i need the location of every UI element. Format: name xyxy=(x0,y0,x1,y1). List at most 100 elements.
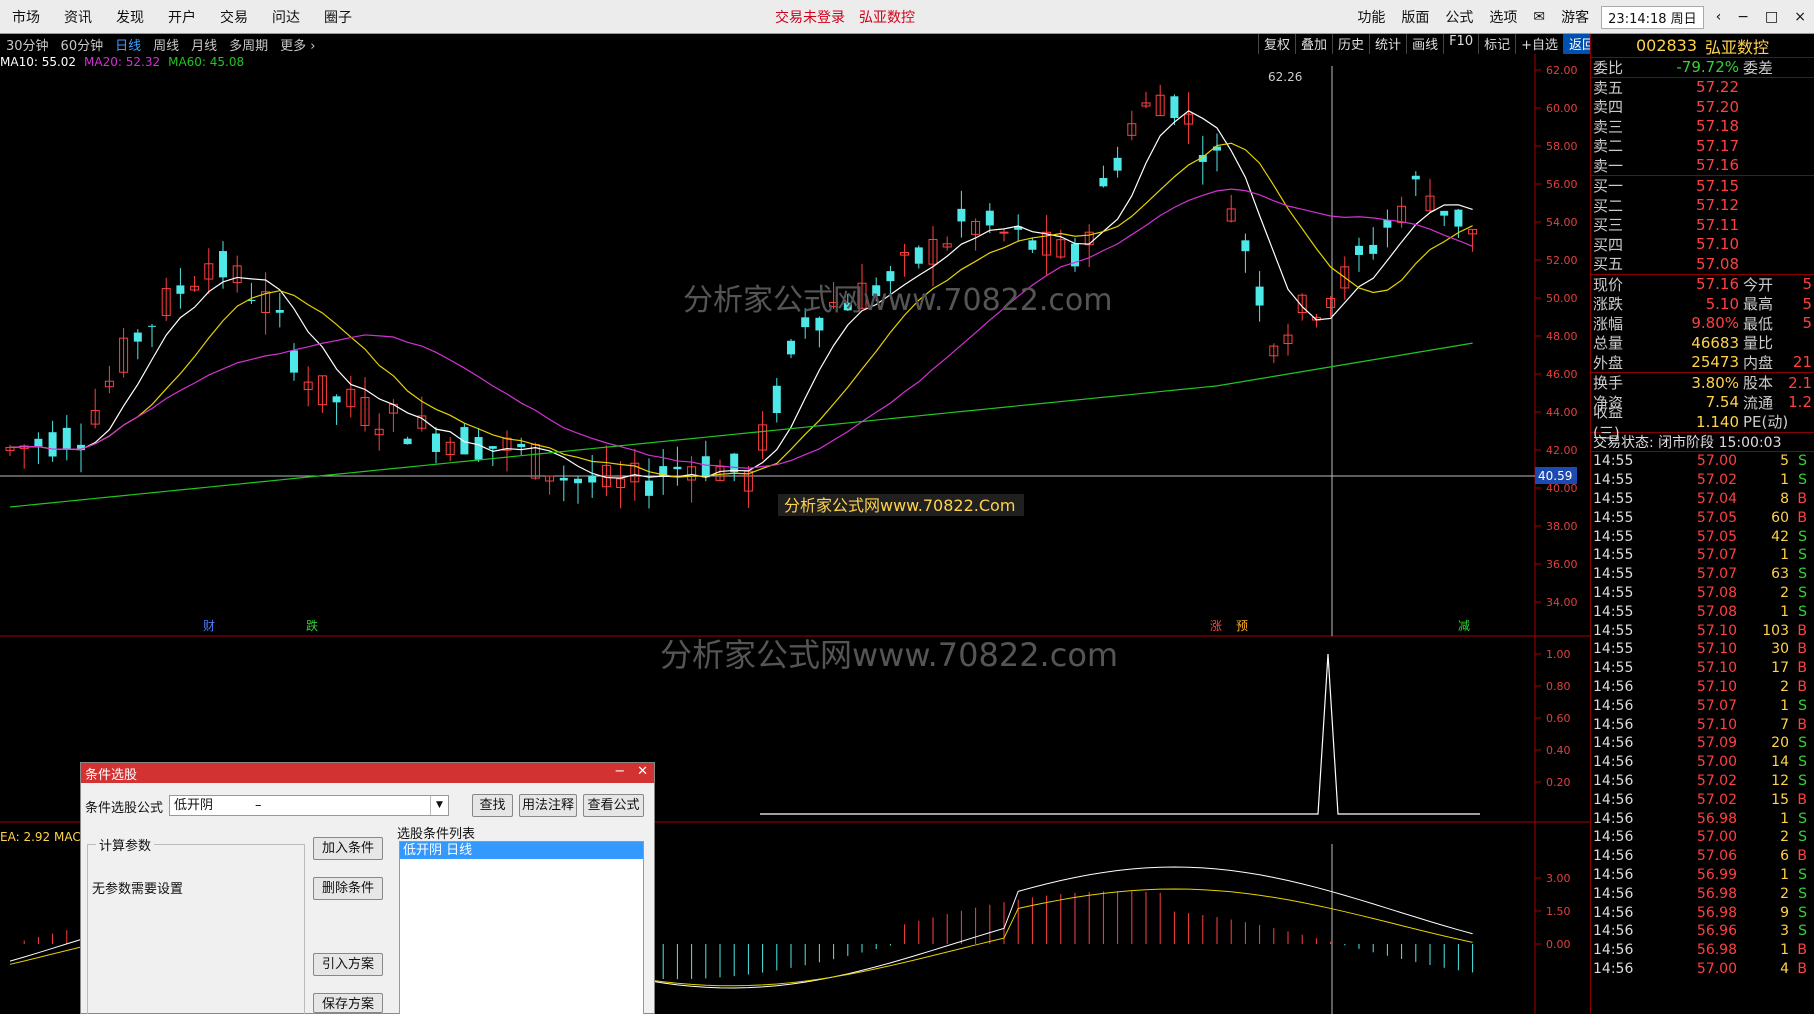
menu-discover[interactable]: 发现 xyxy=(104,7,156,27)
menu-formula[interactable]: 公式 xyxy=(1437,7,1481,27)
save-plan-button[interactable]: 保存方案 xyxy=(313,993,383,1013)
candle-body xyxy=(176,285,185,294)
period-60min[interactable]: 60分钟 xyxy=(55,35,110,54)
candle-body xyxy=(1454,209,1463,227)
condition-list-label: 选股条件列表 xyxy=(397,827,476,842)
axis-label: 48.00 xyxy=(1546,330,1578,343)
menu-wenda[interactable]: 问达 xyxy=(260,7,312,27)
tool-history[interactable]: 历史 xyxy=(1332,34,1369,54)
candle-body xyxy=(48,432,57,457)
period-monthly[interactable]: 月线 xyxy=(185,35,223,54)
axis-label: 38.00 xyxy=(1546,520,1578,533)
candle-body xyxy=(1411,175,1420,180)
guest-user[interactable]: 游客 xyxy=(1553,7,1597,27)
menu-layout[interactable]: 版面 xyxy=(1393,7,1437,27)
candle-body xyxy=(474,437,483,460)
quote-row: 现价 57.16 今开 5 xyxy=(1593,275,1812,294)
formula-select[interactable]: 低开阴 – ▼ xyxy=(169,795,449,816)
candle-body xyxy=(1383,219,1392,228)
minimize-icon[interactable]: − xyxy=(1729,9,1757,25)
candle-body xyxy=(1113,157,1122,171)
menu-market[interactable]: 市场 xyxy=(0,7,52,27)
tool-stats[interactable]: 统计 xyxy=(1369,34,1406,54)
tool-add-watch[interactable]: +自选 xyxy=(1515,34,1563,54)
delete-condition-button[interactable]: 删除条件 xyxy=(313,877,383,900)
quote-row: 涨幅 9.80% 最低 5 xyxy=(1593,314,1812,333)
close-icon[interactable]: × xyxy=(1786,9,1814,25)
event-marker: 跌 xyxy=(306,618,318,633)
dialog-title-bar[interactable]: 条件选股 − ✕ xyxy=(81,763,654,783)
back-icon[interactable]: ‹ xyxy=(1708,9,1730,25)
candle-body xyxy=(488,446,497,449)
tick-row: 14:55 57.04 8 B xyxy=(1593,490,1807,507)
event-marker: 减 xyxy=(1458,619,1470,633)
event-marker: 预 xyxy=(1236,619,1248,633)
candle-body xyxy=(1028,240,1037,250)
tick-row: 14:56 57.07 1 S xyxy=(1593,697,1807,714)
import-plan-button[interactable]: 引入方案 xyxy=(313,953,383,976)
tick-row: 14:55 57.02 1 S xyxy=(1593,472,1807,489)
period-weekly[interactable]: 周线 xyxy=(147,35,185,54)
add-condition-button[interactable]: 加入条件 xyxy=(313,837,383,860)
tick-list[interactable]: 14:55 57.00 5 S 14:55 57.02 1 S 14:55 57.04 8 B 14:5… xyxy=(1591,452,1814,978)
maximize-icon[interactable]: □ xyxy=(1757,9,1786,25)
tick-row: 14:56 56.98 2 S xyxy=(1593,885,1807,902)
candle-body xyxy=(588,475,597,483)
candle-body xyxy=(1170,96,1179,119)
candle-body xyxy=(559,477,568,481)
clock: 23:14:18 周日 xyxy=(1601,5,1704,29)
menu-trade[interactable]: 交易 xyxy=(208,7,260,27)
candle-body xyxy=(1369,244,1378,254)
axis-label: 62.00 xyxy=(1546,64,1578,77)
menu-function[interactable]: 功能 xyxy=(1349,7,1393,27)
view-formula-button[interactable]: 查看公式 xyxy=(583,794,644,817)
period-multi[interactable]: 多周期 xyxy=(223,35,274,54)
quote-row: 收益(三) 1.140 PE(动) xyxy=(1593,402,1789,442)
condition-list[interactable]: 低开阴 日线 xyxy=(399,841,644,1014)
tick-row: 14:55 57.07 1 S xyxy=(1593,547,1807,564)
menu-news[interactable]: 资讯 xyxy=(52,7,104,27)
trade-login-link[interactable]: 交易未登录 xyxy=(775,7,845,27)
period-30min[interactable]: 30分钟 xyxy=(0,35,55,54)
watermark-small: 分析家公式网www.70822.Com xyxy=(784,496,1015,515)
watermark: 分析家公式网www.70822.com xyxy=(683,283,1112,318)
axis-label: 50.00 xyxy=(1546,292,1578,305)
chevron-down-icon[interactable]: ▼ xyxy=(430,796,448,815)
minimize-icon[interactable]: − xyxy=(614,764,625,779)
usage-note-button[interactable]: 用法注释 xyxy=(519,794,577,817)
stock-name-header: 弘亚数控 xyxy=(859,10,915,26)
candle-body xyxy=(730,453,739,473)
candle-body xyxy=(1355,245,1363,255)
quote-row: 总量 46683 量比 xyxy=(1593,333,1774,353)
tool-overlay[interactable]: 叠加 xyxy=(1295,34,1332,54)
menu-open-account[interactable]: 开户 xyxy=(156,7,208,27)
quote-row: 涨跌 5.10 最高 5 xyxy=(1593,294,1812,314)
tool-mark[interactable]: 标记 xyxy=(1478,34,1515,54)
tick-row: 14:56 56.98 1 B xyxy=(1593,942,1807,959)
main-menu: 市场 资讯 发现 开户 交易 问达 圈子 xyxy=(0,0,364,34)
tool-fuquan[interactable]: 复权 xyxy=(1258,34,1295,54)
tool-f10[interactable]: F10 xyxy=(1443,34,1478,54)
top-menu-bar: 市场 资讯 发现 开户 交易 问达 圈子 交易未登录 弘亚数控 功能 版面 公式… xyxy=(0,0,1814,34)
axis-label: 34.00 xyxy=(1546,596,1578,609)
axis-label: 52.00 xyxy=(1546,254,1578,267)
candle-body xyxy=(914,247,923,264)
period-more[interactable]: 更多 › xyxy=(274,35,321,54)
list-item[interactable]: 低开阴 日线 xyxy=(400,842,643,859)
find-button[interactable]: 查找 xyxy=(472,794,513,817)
mail-icon[interactable]: ✉ xyxy=(1525,9,1553,25)
period-daily[interactable]: 日线 xyxy=(109,35,147,54)
axis-label: 44.00 xyxy=(1546,406,1578,419)
axis-label: 0.40 xyxy=(1546,744,1571,757)
quote-row: 外盘 25473 内盘 21 xyxy=(1593,353,1812,372)
candle-body xyxy=(275,309,284,313)
quote-row: 买五 57.08 xyxy=(1593,254,1739,274)
menu-options[interactable]: 选项 xyxy=(1481,7,1525,27)
tool-draw[interactable]: 画线 xyxy=(1406,34,1443,54)
trade-state: 交易状态: 闭市阶段 15:00:03 xyxy=(1591,433,1814,452)
close-icon[interactable]: ✕ xyxy=(637,764,648,779)
tick-row: 14:56 57.00 2 S xyxy=(1593,829,1807,846)
axis-label: 0.60 xyxy=(1546,712,1571,725)
menu-circle[interactable]: 圈子 xyxy=(312,7,364,27)
price-axis: 62.00 60.00 58.00 56.00 54.00 52.00 50.00 48.00… xyxy=(1535,64,1578,609)
